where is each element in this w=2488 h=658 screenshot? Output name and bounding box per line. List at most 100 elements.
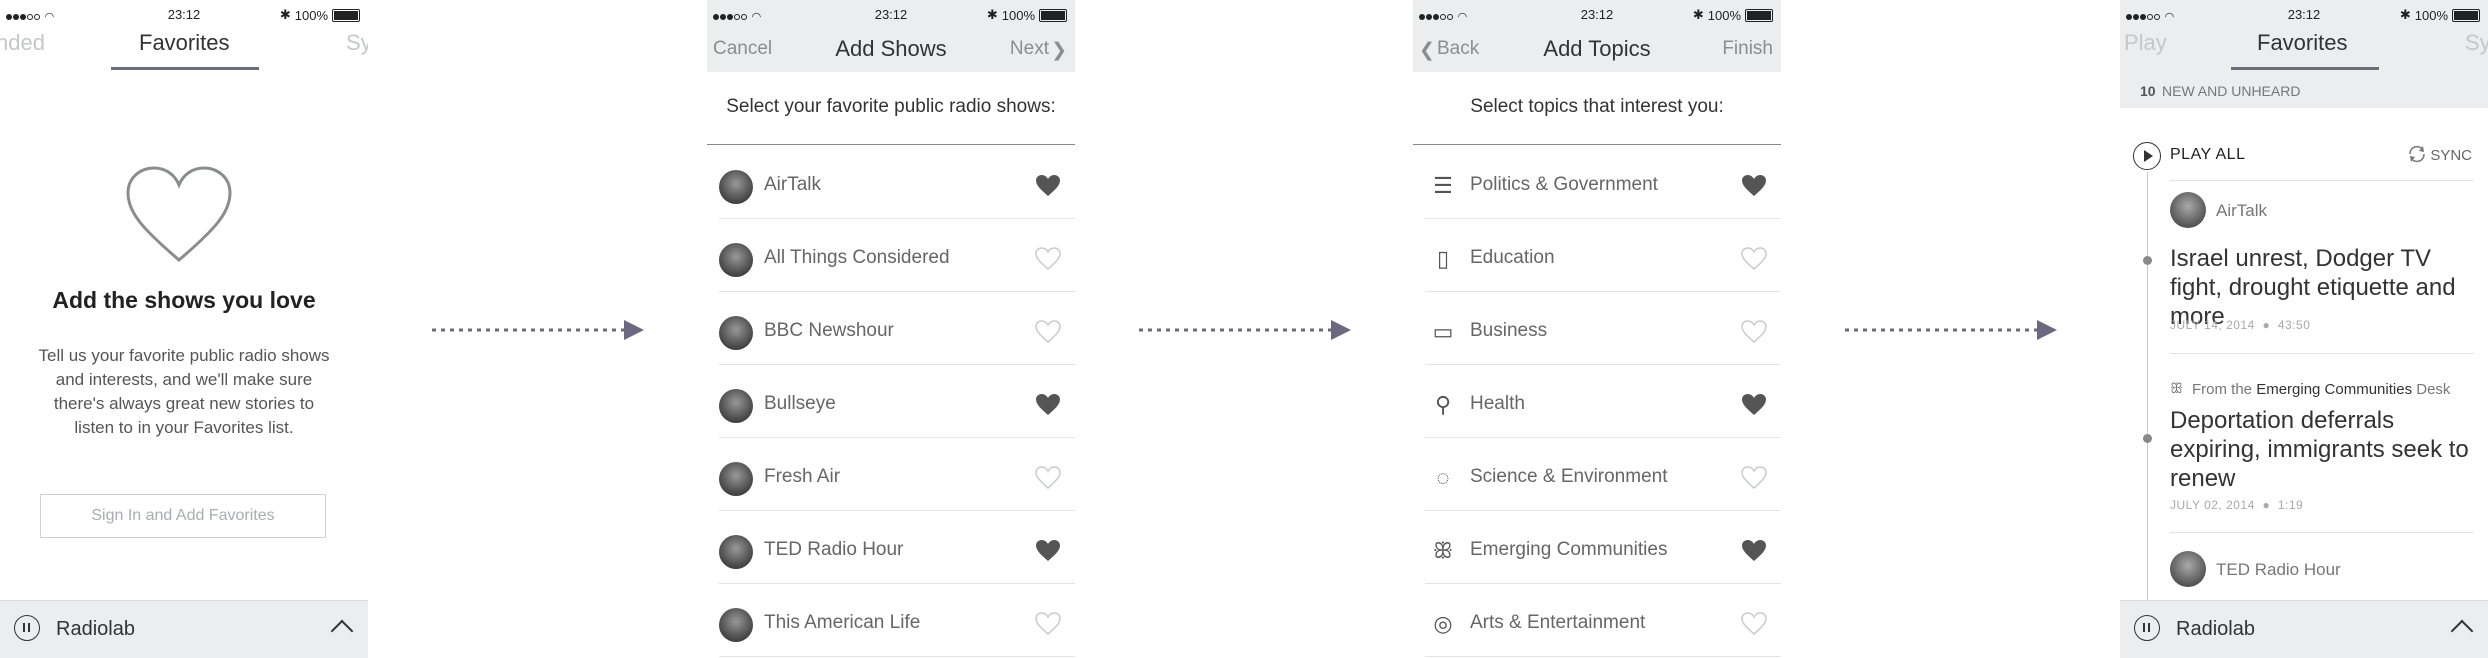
next-button[interactable]: Next [1010, 38, 1049, 60]
battery-percent: 100% [2414, 7, 2448, 23]
favorites-empty-screen: ◠ 23:12 ✱ 100% nded Favorites Sy Add the … [0, 0, 368, 658]
separator [2170, 353, 2474, 354]
flag-icon: ☰ [1433, 173, 1453, 198]
show-row[interactable]: AirTalk [707, 146, 1075, 219]
separator [2170, 180, 2474, 181]
heart-filled-icon[interactable] [1035, 174, 1061, 198]
player-title: Radiolab [2176, 618, 2255, 640]
heart-outline-icon[interactable] [1035, 612, 1061, 636]
chevron-right-icon[interactable]: ❯ [1051, 39, 1067, 62]
pause-icon[interactable] [2134, 615, 2160, 641]
play-all-button[interactable]: PLAY ALL [2170, 146, 2245, 164]
pause-icon[interactable] [14, 615, 40, 641]
topic-row[interactable]: ☰ Politics & Government [1413, 146, 1781, 219]
heart-outline-icon[interactable] [1741, 466, 1767, 490]
bluetooth-icon: ✱ [279, 7, 291, 22]
row-label: Emerging Communities [1470, 539, 1668, 560]
avatar [719, 608, 753, 642]
battery-icon [332, 8, 360, 22]
timeline-bullet [2143, 256, 2152, 265]
row-label: AirTalk [764, 174, 822, 195]
player-title: Radiolab [56, 618, 135, 640]
show-name[interactable]: AirTalk [2216, 201, 2267, 221]
episode-meta: JULY 02, 2014 ● 1:19 [2170, 498, 2304, 512]
show-row[interactable]: All Things Considered [707, 219, 1075, 292]
sign-in-add-favorites-button[interactable]: Sign In and Add Favorites [40, 494, 326, 538]
heart-outline-icon[interactable] [1741, 247, 1767, 271]
heart-outline-icon[interactable] [1035, 247, 1061, 271]
battery-icon [1039, 8, 1067, 22]
row-label: TED Radio Hour [764, 539, 904, 560]
heart-filled-icon[interactable] [1741, 174, 1767, 198]
row-label: Business [1470, 320, 1548, 341]
row-label: Health [1470, 393, 1525, 414]
avatar [719, 316, 753, 350]
avatar [719, 170, 753, 204]
show-row[interactable]: This American Life [707, 584, 1075, 657]
tab-bar: nded Favorites Sy [0, 22, 368, 70]
empty-state-body: Tell us your favorite public radio shows… [38, 346, 330, 437]
finish-button[interactable]: Finish [1722, 38, 1773, 60]
show-row[interactable]: Fresh Air [707, 438, 1075, 511]
tab-favorites[interactable]: Favorites [2257, 30, 2347, 56]
row-label: This American Life [764, 612, 921, 633]
topic-row[interactable]: ◎ Arts & Entertainment [1413, 584, 1781, 657]
tab-play[interactable]: Play [2124, 30, 2167, 56]
topic-row[interactable]: ⚲ Health [1413, 365, 1781, 438]
show-row[interactable]: BBC Newshour [707, 292, 1075, 365]
show-row[interactable]: Bullseye [707, 365, 1075, 438]
syringe-icon: ⚲ [1434, 392, 1452, 417]
add-shows-screen: ◠ 23:12 ✱ 100% Cancel Add Shows Next ❯ Se… [707, 0, 1075, 658]
tab-prev[interactable]: nded [0, 30, 45, 56]
heart-outline-icon[interactable] [1741, 320, 1767, 344]
heart-filled-icon[interactable] [1741, 539, 1767, 563]
row-label: BBC Newshour [764, 320, 894, 341]
battery-percent: 100% [294, 7, 328, 23]
status-bar: ◠ 23:12 ✱ 100% [1413, 0, 1781, 28]
row-label: Science & Environment [1470, 466, 1668, 487]
heart-filled-icon[interactable] [1035, 539, 1061, 563]
tab-next[interactable]: Sy [346, 30, 368, 56]
tab-favorites[interactable]: Favorites [139, 30, 229, 56]
topic-row[interactable]: ▯ Education [1413, 219, 1781, 292]
row-label: Fresh Air [764, 466, 841, 487]
briefcase-icon: ▭ [1432, 319, 1454, 344]
chevron-up-icon[interactable] [330, 619, 354, 643]
topic-row[interactable]: ꕥ Emerging Communities [1413, 511, 1781, 584]
flow-arrow [432, 320, 644, 340]
row-label: Arts & Entertainment [1470, 612, 1646, 633]
flow-arrow [1139, 320, 1351, 340]
empty-state-title: Add the shows you love [52, 287, 316, 313]
battery-percent: 100% [1001, 7, 1035, 23]
people-icon: ꕥ [2170, 380, 2183, 396]
separator [2170, 532, 2474, 533]
row-label: Politics & Government [1470, 174, 1658, 195]
list-divider [1413, 144, 1781, 145]
battery-icon [2452, 8, 2480, 22]
mini-player[interactable]: Radiolab [2120, 600, 2488, 658]
topic-row[interactable]: ▭ Business [1413, 292, 1781, 365]
timeline-line [2147, 172, 2148, 602]
show-row[interactable]: TED Radio Hour [707, 511, 1075, 584]
timeline-bullet [2143, 434, 2152, 443]
heart-filled-icon[interactable] [1741, 393, 1767, 417]
topic-row[interactable]: ◌ Science & Environment [1413, 438, 1781, 511]
chevron-up-icon[interactable] [2450, 619, 2474, 643]
mini-player[interactable]: Radiolab [0, 600, 368, 658]
tab-next[interactable]: Sy [2465, 30, 2488, 56]
sync-icon[interactable] [2406, 143, 2428, 165]
play-icon[interactable] [2133, 142, 2161, 170]
desk-label[interactable]: From the Emerging Communities Desk [2192, 381, 2450, 398]
heart-outline-icon[interactable] [1741, 612, 1767, 636]
battery-percent: 100% [1707, 7, 1741, 23]
episode-meta: JULY 14, 2014 ● 43:50 [2170, 318, 2311, 332]
flow-arrow [1845, 320, 2057, 340]
heart-outline-icon[interactable] [1035, 320, 1061, 344]
heart-icon [126, 166, 232, 262]
show-name[interactable]: TED Radio Hour [2216, 560, 2341, 580]
sync-button[interactable]: SYNC [2430, 147, 2472, 164]
heart-outline-icon[interactable] [1035, 466, 1061, 490]
heart-filled-icon[interactable] [1035, 393, 1061, 417]
episode-headline[interactable]: Deportation deferrals expiring, immigran… [2170, 406, 2480, 493]
favorites-feed-screen: ◠ 23:12 ✱ 100% Play Favorites Sy 10 NEW A… [2120, 0, 2488, 658]
